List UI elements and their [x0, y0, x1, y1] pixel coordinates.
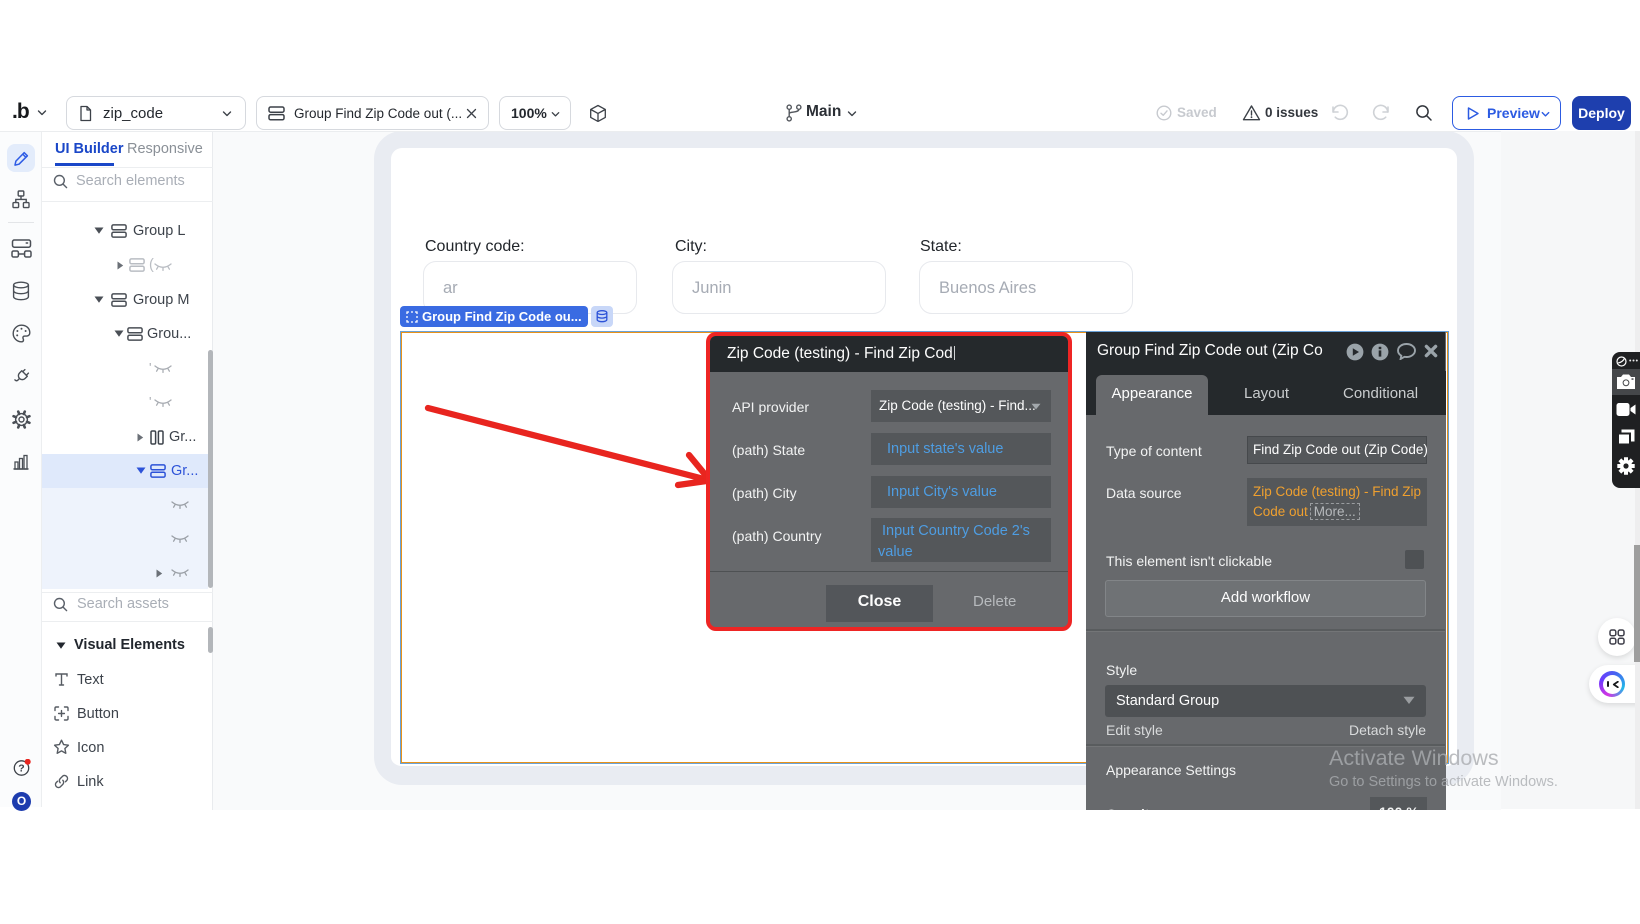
svg-text:?: ? — [18, 763, 24, 775]
